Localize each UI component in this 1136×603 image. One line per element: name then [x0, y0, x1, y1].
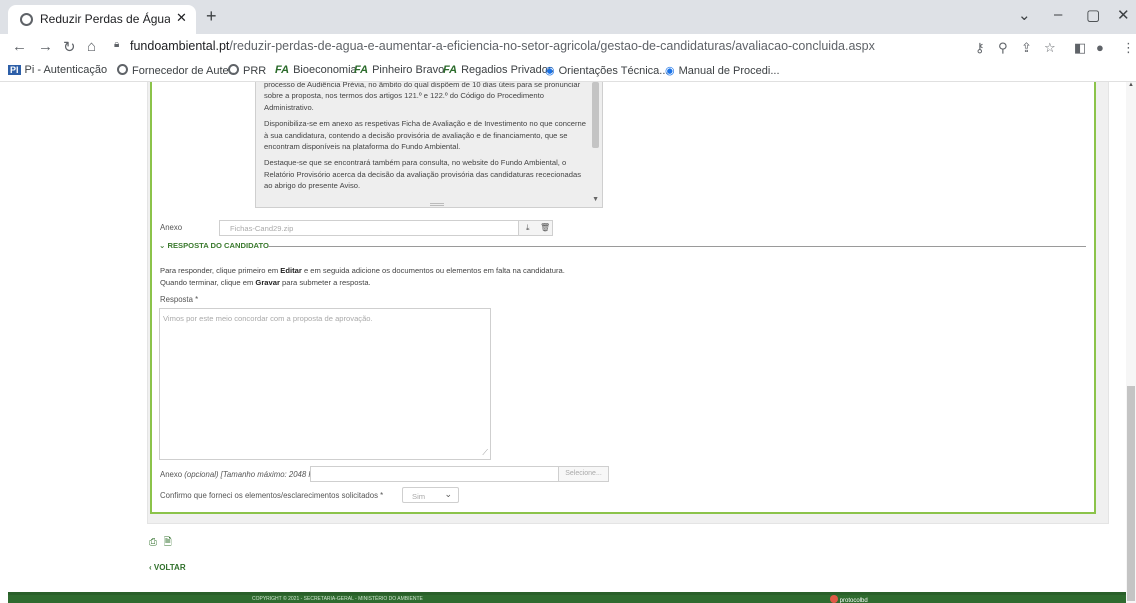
footer: COPYRIGHT © 2021 - SECRETARIA-GERAL - MI… [8, 592, 1130, 603]
tab-title: Reduzir Perdas de Água e Aumen [40, 12, 170, 26]
page-scrollbar[interactable]: ▲ [1126, 82, 1136, 603]
lock-icon: 🔒︎ [114, 39, 120, 50]
footer-copyright: COPYRIGHT © 2021 - SECRETARIA-GERAL - MI… [252, 596, 423, 602]
response-text: Vimos por este meio concordar com a prop… [163, 314, 373, 323]
bookmark-item[interactable]: PRR [228, 64, 266, 77]
message-paragraph: processo de Audiência Prévia, no âmbito … [264, 82, 581, 112]
scroll-down-arrow-icon[interactable]: ▼ [592, 194, 599, 205]
section-divider [268, 246, 1086, 247]
url-path: /reduzir-perdas-de-agua-e-aumentar-a-efi… [229, 39, 875, 53]
chevron-down-icon: ⌄ [444, 489, 452, 499]
back-link[interactable]: ‹ VOLTAR [149, 563, 186, 572]
reload-icon[interactable]: ↻ [63, 38, 76, 56]
profile-icon[interactable]: ● [1096, 40, 1104, 55]
back-arrow-icon[interactable]: ← [12, 38, 27, 55]
brand-logo-icon [830, 595, 838, 603]
menu-icon[interactable]: ⋮ [1122, 40, 1135, 56]
response-textarea[interactable]: Vimos por este meio concordar com a prop… [159, 308, 491, 460]
bookmarks-bar: PI Pi - Autenticação Fornecedor de Aute..… [0, 60, 1136, 82]
fa-icon: FA [443, 64, 458, 76]
confirm-select[interactable]: Sim ⌄ [402, 487, 459, 503]
response-label: Resposta * [160, 295, 199, 304]
message-scrollbar-thumb[interactable] [592, 82, 599, 148]
orient-icon: ◉ [545, 65, 555, 77]
confirm-select-value: Sim [412, 492, 426, 501]
download-icon[interactable]: ⤓ [526, 223, 530, 233]
attachment-label: Anexo [160, 223, 183, 232]
file-upload-field[interactable]: Selecione... [310, 466, 609, 482]
bookmark-item[interactable]: FA Bioeconomia [275, 64, 357, 76]
optional-attachment-label: Anexo (opcional) [Tamanho máximo: 2048 K… [160, 470, 321, 479]
attachment-filename: Fichas-Cand29.zip [230, 224, 294, 233]
globe-icon [20, 13, 33, 26]
bookmark-item[interactable]: ◉ Manual de Procedi... [665, 64, 780, 77]
page-tools: ⎙ 🗎︎ [149, 535, 172, 552]
page-scrollbar-thumb[interactable] [1127, 386, 1135, 601]
ms-icon: PI [8, 65, 21, 75]
url-host: fundoambiental.pt [130, 39, 230, 53]
message-paragraph: Disponibiliza-se em anexo as respetivas … [264, 119, 586, 152]
tab-bar: Reduzir Perdas de Água e Aumen ✕ + ⌄ – ▢… [0, 0, 1136, 34]
minimize-button[interactable]: – [1054, 6, 1062, 23]
section-title: RESPOSTA DO CANDIDATO [167, 241, 269, 250]
pdf-icon[interactable]: 🗎︎ [164, 537, 172, 548]
home-icon[interactable]: ⌂ [87, 38, 96, 55]
attachment-field: Fichas-Cand29.zip ⤓ 🗑︎ [219, 220, 553, 236]
scroll-up-arrow-icon[interactable]: ▲ [1128, 82, 1134, 88]
footer-brand: protocolbd [830, 595, 868, 603]
restore-button[interactable]: ▢ [1086, 6, 1100, 24]
share-icon[interactable]: ⇪ [1021, 40, 1032, 56]
forward-arrow-icon[interactable]: → [38, 38, 53, 55]
resize-grip-icon[interactable] [430, 203, 444, 206]
instruction-line-2: Quando terminar, clique em Gravar para s… [160, 278, 371, 287]
instruction-line-1: Para responder, clique primeiro em Edita… [160, 266, 565, 275]
sidepanel-icon[interactable]: ◧ [1074, 40, 1086, 56]
url-field[interactable]: 🔒︎ fundoambiental.pt/reduzir-perdas-de-a… [108, 37, 978, 57]
globe-icon [117, 64, 128, 75]
confirm-label: Confirmo que forneci os elementos/esclar… [160, 491, 384, 500]
trash-icon[interactable]: 🗑︎ [540, 223, 550, 232]
bookmark-item[interactable]: FA Pinheiro Bravo [354, 64, 444, 76]
fa-icon: FA [354, 64, 369, 76]
star-icon[interactable]: ☆ [1044, 40, 1056, 56]
close-window-button[interactable]: ✕ [1117, 6, 1130, 24]
key-icon[interactable]: ⚷ [975, 40, 985, 56]
message-textarea[interactable]: processo de Audiência Prévia, no âmbito … [255, 82, 603, 208]
globe-icon [228, 64, 239, 75]
new-tab-button[interactable]: + [206, 6, 217, 27]
bookmark-item[interactable]: ◉ Orientações Técnica... [545, 64, 668, 77]
print-icon[interactable]: ⎙ [149, 537, 157, 548]
response-section-toggle[interactable]: ⌄ RESPOSTA DO CANDIDATO [159, 241, 269, 250]
page-content: processo de Audiência Prévia, no âmbito … [0, 82, 1136, 603]
fa-icon: FA [275, 64, 290, 76]
browser-tab[interactable]: Reduzir Perdas de Água e Aumen ✕ [8, 5, 196, 34]
message-paragraph: Destaque-se que se encontrará também par… [264, 158, 582, 191]
bookmark-item[interactable]: Fornecedor de Aute... [117, 64, 238, 77]
zoom-icon[interactable]: ⚲ [998, 40, 1008, 56]
address-bar: ← → ↻ ⌂ 🔒︎ fundoambiental.pt/reduzir-per… [0, 34, 1136, 60]
bookmark-item[interactable]: FA Regadios Privados [443, 64, 553, 76]
resize-handle-icon[interactable]: ⟋ [482, 448, 488, 458]
select-file-button[interactable]: Selecione... [558, 467, 608, 481]
bookmark-item[interactable]: PI Pi - Autenticação [8, 64, 107, 76]
close-tab-icon[interactable]: ✕ [176, 10, 187, 26]
chevron-down-icon[interactable]: ⌄ [1018, 6, 1031, 24]
orient-icon: ◉ [665, 65, 675, 77]
